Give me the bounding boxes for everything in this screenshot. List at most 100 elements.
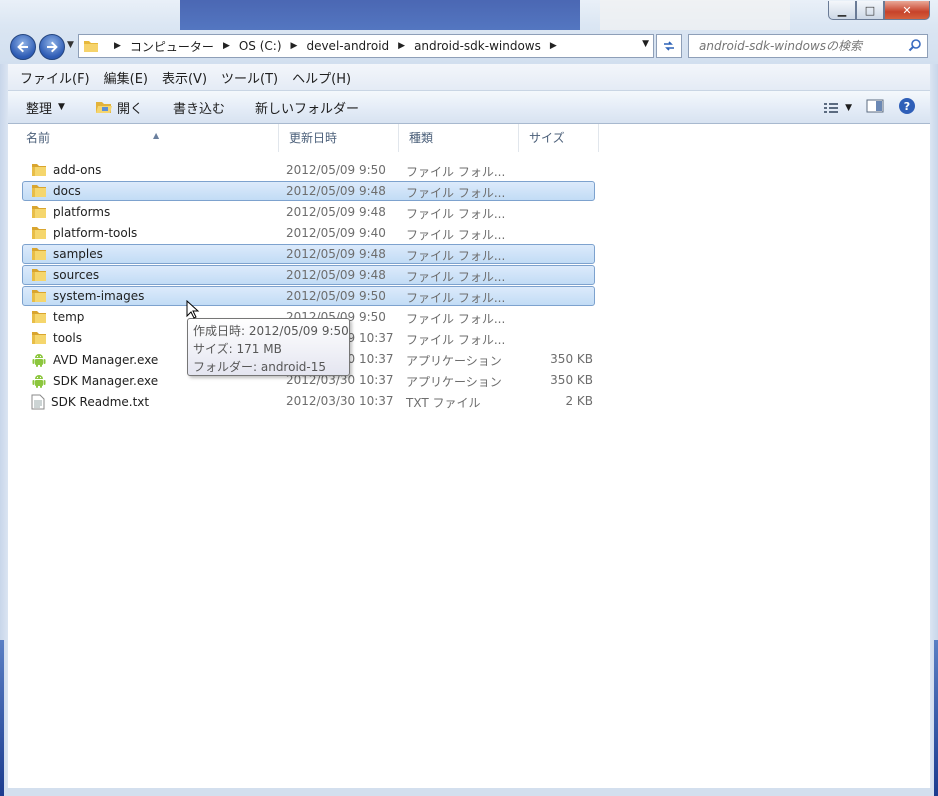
open-folder-icon [95,102,112,113]
folder-icon [32,311,46,323]
file-name: system-images [31,289,144,303]
view-controls: ▼ ? [809,97,916,118]
file-row[interactable]: add-ons 2012/05/09 9:50 ファイル フォル... [22,160,595,180]
file-name-text: platforms [53,205,111,219]
file-name-text: SDK Manager.exe [53,374,159,388]
file-row[interactable]: SDK Readme.txt 2012/03/30 10:37 TXT ファイル 2 … [22,391,595,411]
tooltip-size: サイズ: 171 MB [193,342,282,356]
column-name-label: 名前 [26,131,51,145]
file-row[interactable]: platform-tools 2012/05/09 9:40 ファイル フォル... [22,223,595,243]
text-file-icon [31,394,45,410]
background-window-strip [180,0,580,30]
file-type: ファイル フォル... [406,228,506,242]
tooltip-folders: フォルダー: android-15 [193,360,326,374]
file-type: ファイル フォル... [406,270,506,284]
details-view-icon [824,102,839,113]
column-header-type[interactable]: 種類 [399,124,519,152]
file-name: SDK Manager.exe [31,373,158,389]
search-input[interactable] [697,38,906,54]
column-date-label: 更新日時 [289,131,338,145]
folder-icon [32,185,46,197]
burn-label: 書き込む [172,101,225,117]
menu-file[interactable]: ファイル(F) [20,68,90,87]
refresh-button[interactable] [656,34,682,58]
preview-pane-button[interactable] [866,98,884,117]
file-name-text: samples [53,247,103,261]
column-header-date[interactable]: 更新日時 [279,124,399,152]
file-type: アプリケーション [406,375,502,389]
file-list-pane: 名前 ▲ 更新日時 種類 サイズ add-ons 2012/05/09 9:50 フ… [8,124,930,788]
change-view-button[interactable]: ▼ [823,101,852,115]
organize-label: 整理 [26,101,53,117]
file-name: docs [31,184,81,198]
breadcrumb-drive[interactable]: ▶ OS (C:) [214,39,282,53]
file-name-text: system-images [53,289,145,303]
chevron-down-icon: ▼ [58,102,65,112]
column-headers: 名前 ▲ 更新日時 種類 サイズ [8,124,930,152]
window-frame-bottom [0,788,938,796]
search-icon[interactable] [908,38,922,52]
file-name: SDK Readme.txt [31,394,149,410]
desktop-edge-right [934,640,938,796]
file-name-text: SDK Readme.txt [51,395,150,409]
file-name: platform-tools [31,226,137,240]
file-name: AVD Manager.exe [31,352,158,368]
forward-button[interactable] [39,34,65,60]
file-name: tools [31,331,82,345]
file-type: ファイル フォル... [406,165,506,179]
mouse-cursor-icon [186,300,200,319]
close-button[interactable]: ✕ [884,1,930,20]
file-row[interactable]: docs 2012/05/09 9:48 ファイル フォル... [22,181,595,201]
organize-button[interactable]: 整理 ▼ [26,98,65,117]
file-date: 2012/05/09 9:48 [286,268,386,282]
file-row[interactable]: samples 2012/05/09 9:48 ファイル フォル... [22,244,595,264]
file-name: sources [31,268,99,282]
breadcrumb-android-sdk-windows[interactable]: ▶ android-sdk-windows ▶ [389,39,566,53]
open-button[interactable]: 開く [95,98,143,117]
minimize-button[interactable]: ▁ [828,1,856,20]
file-name-text: temp [53,310,85,324]
maximize-button[interactable]: □ [856,1,884,20]
search-box[interactable] [688,34,928,58]
menu-bar: ファイル(F) 編集(E) 表示(V) ツール(T) ヘルプ(H) [8,64,930,91]
file-name-text: platform-tools [53,226,138,240]
burn-button[interactable]: 書き込む [173,98,225,117]
caption-buttons: ▁ □ ✕ [828,1,930,20]
folder-icon [32,332,46,344]
file-name-text: add-ons [53,163,102,177]
recent-pages-dropdown[interactable]: ▼ [67,40,74,50]
file-row[interactable]: sources 2012/05/09 9:48 ファイル フォル... [22,265,595,285]
column-header-size[interactable]: サイズ [519,124,599,152]
folder-icon [32,164,46,176]
folder-icon [32,227,46,239]
file-name-text: sources [53,268,100,282]
file-row[interactable]: system-images 2012/05/09 9:50 ファイル フォル... [22,286,595,306]
folder-icon [32,248,46,260]
folder-info-tooltip: 作成日時: 2012/05/09 9:50 サイズ: 171 MB フォルダー:… [187,318,350,376]
file-size: 350 KB [550,352,593,366]
back-button[interactable] [10,34,36,60]
android-icon [32,375,46,388]
file-date: 2012/03/30 10:37 [286,394,394,408]
address-bar[interactable]: ▶ コンピューター ▶ OS (C:) ▶ devel-android ▶ androi… [78,34,654,58]
menu-tools[interactable]: ツール(T) [221,68,278,87]
menu-edit[interactable]: 編集(E) [104,68,148,87]
file-name: platforms [31,205,110,219]
file-size: 2 KB [565,394,593,408]
menu-view[interactable]: 表示(V) [162,68,207,87]
address-history-dropdown[interactable]: ▼ [642,39,649,49]
new-folder-label: 新しいフォルダー [254,101,359,117]
file-type: ファイル フォル... [406,291,506,305]
desktop-edge [0,640,4,796]
breadcrumb-computer[interactable]: ▶ コンピューター [105,38,214,55]
help-button[interactable]: ? [898,97,916,118]
breadcrumb-devel-android[interactable]: ▶ devel-android [282,39,390,53]
file-name: samples [31,247,103,261]
file-row[interactable]: platforms 2012/05/09 9:48 ファイル フォル... [22,202,595,222]
file-type: ファイル フォル... [406,207,506,221]
background-window-strip-2 [600,0,790,30]
sort-ascending-icon: ▲ [153,131,160,140]
new-folder-button[interactable]: 新しいフォルダー [255,98,359,117]
menu-help[interactable]: ヘルプ(H) [292,68,351,87]
column-header-name[interactable]: 名前 ▲ [16,124,279,152]
